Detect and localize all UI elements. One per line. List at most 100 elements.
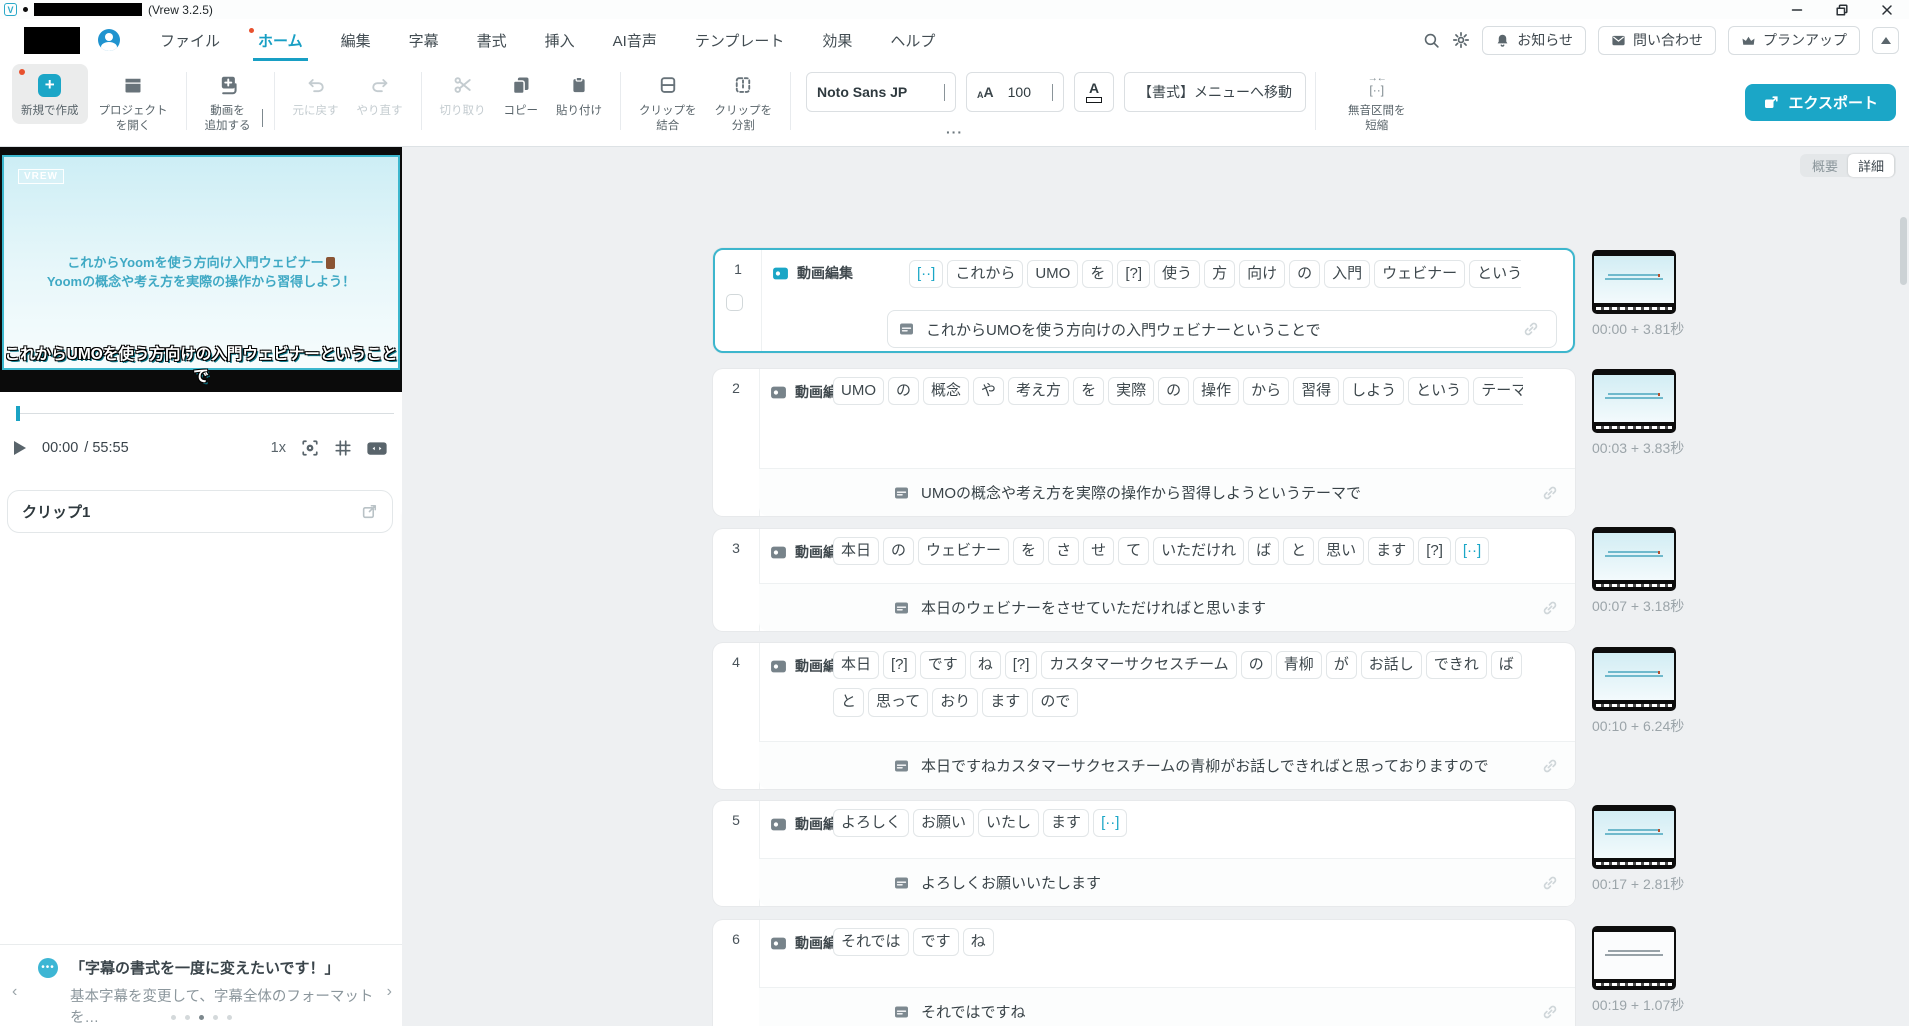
menu-template[interactable]: テンプレート [695, 19, 785, 61]
word-token[interactable]: 使う [1154, 260, 1200, 288]
word-token[interactable]: よろしく [833, 809, 909, 837]
export-button[interactable]: エクスポート [1745, 84, 1896, 121]
subtitle-row[interactable]: これからUMOを使う方向けの入門ウェビナーということで [887, 310, 1557, 348]
subtitle-row[interactable]: 本日のウェビナーをさせていただければと思います [759, 583, 1575, 631]
format-menu-button[interactable]: ··· 【書式】メニューへ移動 [1124, 72, 1306, 112]
word-token[interactable]: を [1073, 377, 1104, 405]
word-token[interactable]: という [1408, 377, 1469, 405]
view-overview-tab[interactable]: 概要 [1802, 154, 1848, 177]
view-detail-tab[interactable]: 詳細 [1848, 154, 1894, 177]
word-token[interactable]: 入門 [1324, 260, 1370, 288]
word-token[interactable]: [?] [1418, 537, 1451, 565]
plan-upgrade-button[interactable]: プランアップ [1728, 26, 1860, 55]
external-link-icon[interactable] [361, 503, 378, 520]
play-button[interactable] [14, 441, 26, 455]
word-token[interactable]: それでは [833, 928, 909, 956]
font-color-button[interactable]: A [1074, 72, 1114, 112]
word-token[interactable]: [··] [1455, 537, 1489, 565]
font-family-select[interactable]: Noto Sans JP [806, 72, 956, 112]
word-token[interactable]: ね [963, 928, 994, 956]
word-token[interactable]: や [973, 377, 1004, 405]
word-token[interactable]: UMO [1027, 260, 1078, 288]
clip-row[interactable]: 1 動画編集 [··]これからUMOを[?]使う方向けの入門ウェビナーということ… [713, 248, 1575, 353]
copy-button[interactable]: コピー [495, 64, 548, 124]
notifications-button[interactable]: お知らせ [1482, 26, 1586, 55]
word-token[interactable]: ね [970, 651, 1001, 679]
paste-button[interactable]: 貼り付け [547, 64, 611, 124]
carousel-dots[interactable] [0, 1015, 402, 1020]
grid-icon[interactable] [334, 439, 352, 457]
subtitle-row[interactable]: よろしくお願いいたします [759, 858, 1575, 906]
menu-ai-voice[interactable]: AI音声 [613, 19, 657, 61]
clip-thumbnail[interactable] [1592, 647, 1676, 711]
font-size-select[interactable]: AA 100 [966, 72, 1064, 112]
word-token[interactable]: 方 [1204, 260, 1235, 288]
seek-bar[interactable] [16, 406, 394, 421]
subtitle-text[interactable]: これからUMOを使う方向けの入門ウェビナーということで [926, 319, 1321, 340]
word-token[interactable]: です [913, 928, 959, 956]
word-token[interactable]: の [888, 377, 919, 405]
word-token[interactable]: と [833, 688, 864, 716]
subtitle-row[interactable]: それではですね [759, 987, 1575, 1026]
word-token[interactable]: ば [1491, 651, 1522, 679]
playhead[interactable] [16, 406, 20, 421]
playback-speed[interactable]: 1x [271, 440, 286, 456]
word-token[interactable]: と [1283, 537, 1314, 565]
word-token[interactable]: しよう [1343, 377, 1404, 405]
subtitle-text[interactable]: よろしくお願いいたします [921, 872, 1101, 893]
undo-button[interactable]: 元に戻す [284, 64, 348, 124]
word-token[interactable]: お話し [1361, 651, 1422, 679]
word-token[interactable]: さ [1048, 537, 1079, 565]
word-token[interactable]: [?] [1117, 260, 1150, 288]
menu-insert[interactable]: 挿入 [545, 19, 575, 61]
menu-format[interactable]: 書式 [477, 19, 507, 61]
word-token[interactable]: 概念 [923, 377, 969, 405]
clip-thumbnail[interactable] [1592, 369, 1676, 433]
restore-button[interactable] [1819, 0, 1864, 19]
word-token[interactable]: 向け [1239, 260, 1285, 288]
word-token[interactable]: テーマ [1473, 377, 1523, 405]
word-token[interactable]: が [1326, 651, 1357, 679]
word-token[interactable]: おり [932, 688, 978, 716]
word-token[interactable]: の [1289, 260, 1320, 288]
clip-checkbox[interactable] [726, 294, 743, 311]
menu-help[interactable]: ヘルプ [890, 19, 935, 61]
word-token[interactable]: 本日 [833, 537, 879, 565]
cut-button[interactable]: 切り取り [431, 64, 495, 124]
subtitle-text[interactable]: UMOの概念や考え方を実際の操作から習得しようというテーマで [921, 482, 1361, 503]
word-token[interactable]: 青柳 [1276, 651, 1322, 679]
word-token[interactable]: ます [1043, 809, 1089, 837]
word-token[interactable]: [··] [1093, 809, 1127, 837]
menu-edit[interactable]: 編集 [341, 19, 371, 61]
word-token[interactable]: 思って [868, 688, 928, 716]
link-icon[interactable] [1541, 874, 1559, 892]
word-token[interactable]: いたし [978, 809, 1039, 837]
word-token[interactable]: から [1243, 377, 1289, 405]
clip-row[interactable]: 4 動画編集 本日[?]ですね[?]カスタマーサクセスチームの青柳がお話しできれ… [713, 643, 1575, 789]
word-token[interactable]: 習得 [1293, 377, 1339, 405]
word-token[interactable]: 思い [1318, 537, 1364, 565]
word-token[interactable]: て [1118, 537, 1149, 565]
link-icon[interactable] [1541, 757, 1559, 775]
word-token[interactable]: せ [1083, 537, 1114, 565]
subtitle-row[interactable]: UMOの概念や考え方を実際の操作から習得しようというテーマで [759, 468, 1575, 516]
word-token[interactable]: できれ [1426, 651, 1487, 679]
new-project-button[interactable]: + 新規で作成 [12, 64, 88, 124]
word-token[interactable]: を [1013, 537, 1044, 565]
word-token[interactable]: ます [1368, 537, 1414, 565]
user-avatar[interactable] [98, 29, 120, 51]
word-token[interactable]: 操作 [1193, 377, 1239, 405]
word-token[interactable]: [··] [909, 260, 943, 288]
word-token[interactable]: ます [982, 688, 1028, 716]
clip-row[interactable]: 2 動画編集 UMOの概念や考え方を実際の操作から習得しようというテーマで UM… [713, 369, 1575, 516]
word-token[interactable]: UMO [833, 377, 884, 405]
menu-effect[interactable]: 効果 [822, 19, 852, 61]
clip-thumbnail[interactable] [1592, 250, 1676, 314]
redo-button[interactable]: やり直す [348, 64, 412, 124]
word-token[interactable]: [?] [883, 651, 916, 679]
clip-row[interactable]: 6 動画編集 それではですね それではですね [713, 920, 1575, 1026]
clip-row[interactable]: 3 動画編集 本日のウェビナーをさせていただければと思います[?][··] 本日… [713, 529, 1575, 631]
word-token[interactable]: を [1082, 260, 1113, 288]
link-icon[interactable] [1541, 1003, 1559, 1021]
settings-gear-icon[interactable] [1452, 31, 1470, 49]
